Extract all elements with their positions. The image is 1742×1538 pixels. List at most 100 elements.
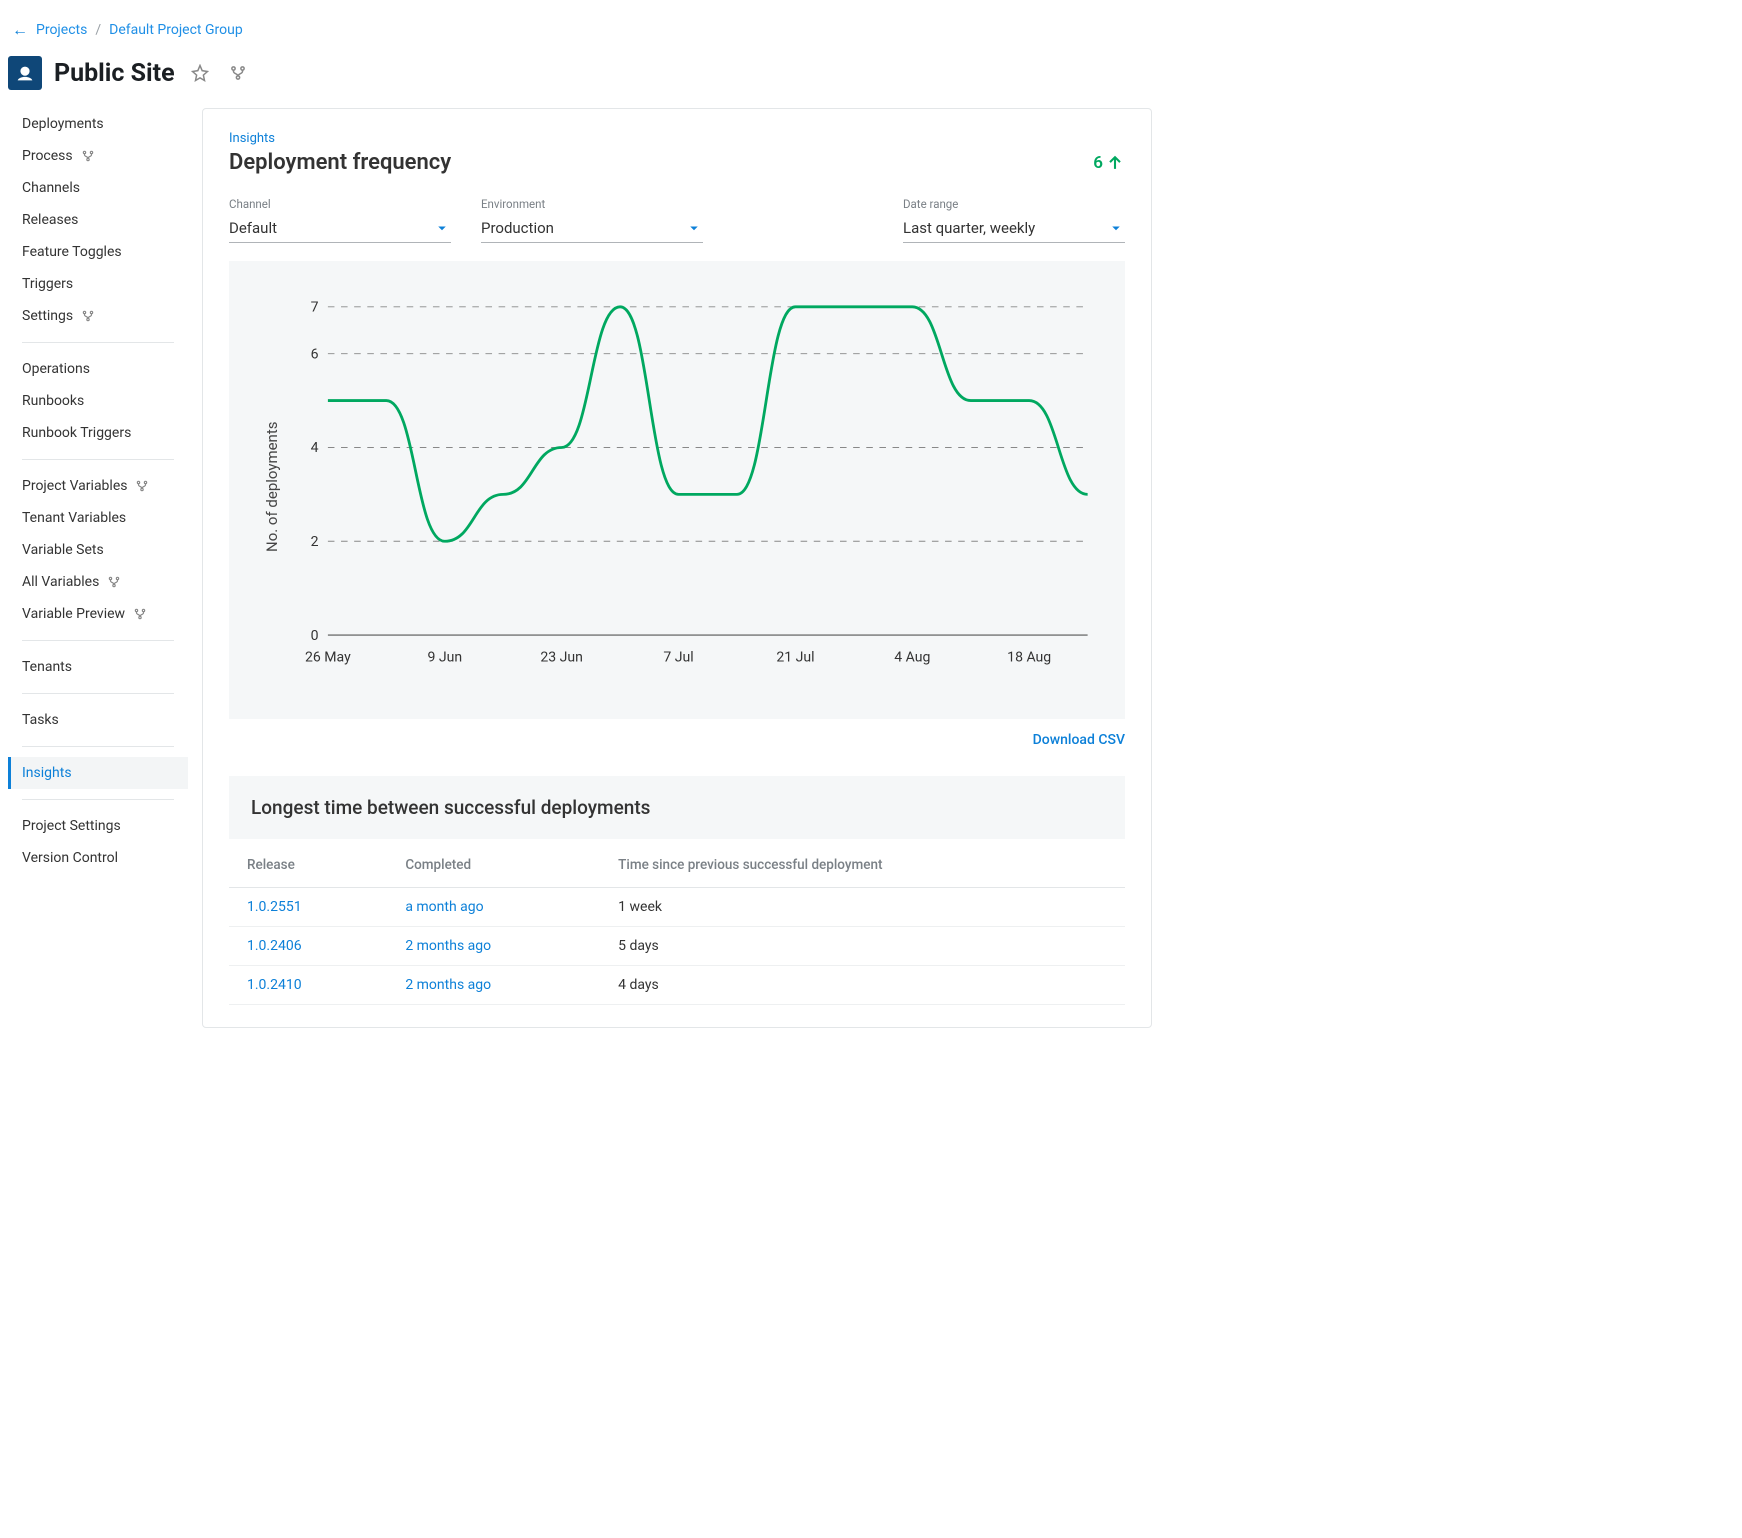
arrow-up-icon <box>1105 153 1125 173</box>
breadcrumb-group[interactable]: Default Project Group <box>109 22 243 38</box>
section-heading: Deployment frequency <box>229 150 451 175</box>
back-arrow-icon[interactable]: ← <box>12 20 28 40</box>
sidebar-item-project-settings[interactable]: Project Settings <box>8 810 188 842</box>
breadcrumb: ← Projects / Default Project Group <box>8 8 1152 52</box>
trend-value: 6 <box>1093 153 1103 173</box>
sidebar-item-label: Version Control <box>22 850 118 866</box>
channel-label: Channel <box>229 197 451 211</box>
sidebar-item-label: Channels <box>22 180 80 196</box>
sidebar-item-label: Triggers <box>22 276 73 292</box>
chevron-down-icon <box>1107 219 1125 237</box>
deployment-frequency-chart: 0 2 4 6 7 26 May 9 Jun 23 Jun 7 Jul 21 Jul 4 Aug 18… <box>281 285 1097 685</box>
sidebar-item-operations[interactable]: Operations <box>8 353 188 385</box>
delta-cell: 4 days <box>600 966 1125 1005</box>
sidebar-item-label: Runbook Triggers <box>22 425 131 441</box>
sidebar-item-label: Variable Sets <box>22 542 104 558</box>
sidebar-item-tenants[interactable]: Tenants <box>8 651 188 683</box>
sidebar-item-label: Releases <box>22 212 78 228</box>
table-row: 1.0.2410 2 months ago 4 days <box>229 966 1125 1005</box>
table-header: Time since previous successful deploymen… <box>600 843 1125 888</box>
svg-text:18 Aug: 18 Aug <box>1007 649 1051 665</box>
sidebar-item-label: Feature Toggles <box>22 244 122 260</box>
completed-link[interactable]: 2 months ago <box>405 977 491 993</box>
sidebar-item-label: Tasks <box>22 712 59 728</box>
main-content: Insights Deployment frequency 6 Channel … <box>202 108 1152 1028</box>
breadcrumb-projects[interactable]: Projects <box>36 22 87 38</box>
chevron-down-icon <box>685 219 703 237</box>
project-logo <box>8 56 42 90</box>
range-select[interactable]: Last quarter, weekly <box>903 213 1125 243</box>
sidebar: Deployments Process Channels Releases Featur… <box>8 108 188 1028</box>
table-row: 1.0.2406 2 months ago 5 days <box>229 927 1125 966</box>
sidebar-item-process[interactable]: Process <box>8 140 188 172</box>
sidebar-item-tasks[interactable]: Tasks <box>8 704 188 736</box>
sidebar-item-runbooks[interactable]: Runbooks <box>8 385 188 417</box>
svg-text:4: 4 <box>311 440 319 456</box>
sidebar-item-variable-preview[interactable]: Variable Preview <box>8 598 188 630</box>
channel-select[interactable]: Default <box>229 213 451 243</box>
sidebar-item-label: Project Settings <box>22 818 121 834</box>
chevron-down-icon <box>433 219 451 237</box>
range-label: Date range <box>903 197 1125 211</box>
sidebar-item-feature-toggles[interactable]: Feature Toggles <box>8 236 188 268</box>
svg-text:7 Jul: 7 Jul <box>663 649 693 665</box>
sidebar-item-project-variables[interactable]: Project Variables <box>8 470 188 502</box>
release-link[interactable]: 1.0.2551 <box>247 899 302 915</box>
sidebar-item-label: Runbooks <box>22 393 84 409</box>
sidebar-item-label: Insights <box>22 765 72 781</box>
sidebar-item-all-variables[interactable]: All Variables <box>8 566 188 598</box>
release-link[interactable]: 1.0.2410 <box>247 977 302 993</box>
sidebar-item-variable-sets[interactable]: Variable Sets <box>8 534 188 566</box>
completed-link[interactable]: a month ago <box>405 899 483 915</box>
delta-cell: 5 days <box>600 927 1125 966</box>
env-select[interactable]: Production <box>481 213 703 243</box>
sidebar-item-version-control[interactable]: Version Control <box>8 842 188 874</box>
svg-text:23 Jun: 23 Jun <box>540 649 583 665</box>
svg-text:6: 6 <box>311 346 319 362</box>
sidebar-item-label: Variable Preview <box>22 606 125 622</box>
release-link[interactable]: 1.0.2406 <box>247 938 302 954</box>
page-title: Public Site <box>54 59 175 88</box>
range-value: Last quarter, weekly <box>903 219 1035 237</box>
sidebar-item-label: Tenant Variables <box>22 510 126 526</box>
svg-text:7: 7 <box>311 299 319 315</box>
sidebar-item-triggers[interactable]: Triggers <box>8 268 188 300</box>
env-value: Production <box>481 219 554 237</box>
sidebar-item-tenant-variables[interactable]: Tenant Variables <box>8 502 188 534</box>
svg-text:9 Jun: 9 Jun <box>427 649 462 665</box>
breadcrumb-separator: / <box>95 22 101 38</box>
branch-icon[interactable] <box>225 60 251 86</box>
sidebar-item-label: Operations <box>22 361 90 377</box>
star-icon[interactable] <box>187 60 213 86</box>
svg-text:4 Aug: 4 Aug <box>894 649 930 665</box>
sidebar-item-deployments[interactable]: Deployments <box>8 108 188 140</box>
sidebar-item-label: All Variables <box>22 574 99 590</box>
y-axis-label: No. of deployments <box>257 285 281 689</box>
sidebar-item-label: Deployments <box>22 116 104 132</box>
eyebrow-link[interactable]: Insights <box>229 131 1125 146</box>
download-csv-link[interactable]: Download CSV <box>1033 732 1125 748</box>
trend-metric: 6 <box>1093 153 1125 173</box>
env-label: Environment <box>481 197 703 211</box>
sidebar-item-label: Tenants <box>22 659 72 675</box>
sidebar-item-settings[interactable]: Settings <box>8 300 188 332</box>
sidebar-item-label: Settings <box>22 308 73 324</box>
sidebar-item-insights[interactable]: Insights <box>8 757 188 789</box>
table-heading: Longest time between successful deployme… <box>229 776 1125 839</box>
svg-text:0: 0 <box>311 628 319 644</box>
table-header: Completed <box>387 843 600 888</box>
svg-text:26 May: 26 May <box>305 649 351 665</box>
svg-text:2: 2 <box>311 534 319 550</box>
sidebar-item-label: Process <box>22 148 73 164</box>
completed-link[interactable]: 2 months ago <box>405 938 491 954</box>
table-row: 1.0.2551 a month ago 1 week <box>229 888 1125 927</box>
sidebar-item-channels[interactable]: Channels <box>8 172 188 204</box>
sidebar-item-runbook-triggers[interactable]: Runbook Triggers <box>8 417 188 449</box>
svg-text:21 Jul: 21 Jul <box>776 649 814 665</box>
sidebar-item-releases[interactable]: Releases <box>8 204 188 236</box>
table-header: Release <box>229 843 387 888</box>
deployments-table: ReleaseCompletedTime since previous succ… <box>229 843 1125 1005</box>
channel-value: Default <box>229 219 277 237</box>
sidebar-item-label: Project Variables <box>22 478 127 494</box>
delta-cell: 1 week <box>600 888 1125 927</box>
